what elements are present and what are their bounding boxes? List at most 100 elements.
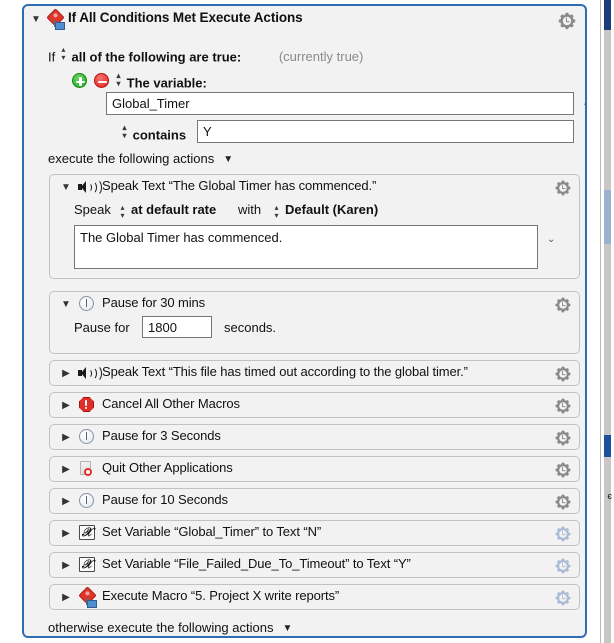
- condition-operator-label[interactable]: contains: [133, 127, 186, 142]
- action-disclosure-triangle[interactable]: ▶: [59, 527, 73, 541]
- action-title: Execute Macro “5. Project X write report…: [102, 588, 340, 603]
- background-accent-top: [604, 0, 611, 30]
- action-title: Pause for 3 Seconds: [102, 428, 221, 443]
- add-condition-button[interactable]: [72, 73, 87, 89]
- pause-prefix-label: Pause for: [74, 320, 130, 335]
- gear-icon[interactable]: [554, 589, 572, 607]
- background-accent-lower: [604, 435, 611, 457]
- background-window-edge: [600, 0, 601, 643]
- if-keyword: If: [48, 49, 56, 65]
- action-disclosure-triangle[interactable]: ▶: [59, 431, 73, 445]
- gear-icon[interactable]: [554, 179, 572, 197]
- action-disclosure-triangle[interactable]: ▼: [59, 298, 73, 312]
- otherwise-execute-actions-label[interactable]: otherwise execute the following actions ▼: [48, 620, 292, 635]
- action-disclosure-triangle[interactable]: ▶: [59, 591, 73, 605]
- condition-mode-stepper[interactable]: ▴ ▾: [59, 45, 68, 63]
- condition-operand-input[interactable]: Y: [197, 120, 574, 143]
- condition-state-label: (currently true): [278, 49, 364, 65]
- if-action-header: ▼ If All Conditions Met Execute Actions: [24, 6, 585, 34]
- speak-rate-value[interactable]: at default rate: [131, 202, 216, 217]
- action-set-variable-1[interactable]: ▶ 𝒳 Set Variable “Global_Timer” to Text …: [49, 520, 580, 546]
- quit-application-icon: [78, 461, 98, 477]
- background-scrollbar-track[interactable]: [604, 0, 611, 643]
- gear-icon[interactable]: [554, 397, 572, 415]
- action-title: Pause for 10 Seconds: [102, 492, 228, 507]
- action-execute-macro-1[interactable]: ▶ Execute Macro “5. Project X write repo…: [49, 584, 580, 610]
- condition-mode-row: If ▴ ▾ all of the following are true: (cu…: [48, 45, 364, 65]
- condition-add-remove-group: [72, 72, 112, 90]
- action-title: Speak Text “The Global Timer has commenc…: [102, 178, 377, 193]
- macro-kite-icon: [46, 8, 66, 30]
- otherwise-execute-actions-text: otherwise execute the following actions: [48, 620, 274, 635]
- action-speak-text-2[interactable]: ▶ Speak Text “This file has timed out ac…: [49, 360, 580, 386]
- pause-seconds-input[interactable]: 1800: [142, 316, 212, 338]
- background-window-sliver: є: [600, 0, 614, 643]
- remove-condition-button[interactable]: [94, 73, 110, 89]
- action-title: Set Variable “Global_Timer” to Text “N”: [102, 524, 322, 539]
- if-action-title: If All Conditions Met Execute Actions: [68, 10, 303, 25]
- condition-mode-label[interactable]: all of the following are true:: [71, 49, 241, 64]
- clock-icon: [78, 429, 98, 445]
- background-accent-middle: [604, 190, 611, 244]
- set-variable-glyph: 𝒳: [81, 525, 93, 539]
- action-disclosure-triangle[interactable]: ▶: [59, 559, 73, 573]
- action-disclosure-triangle[interactable]: ▶: [59, 463, 73, 477]
- set-variable-icon: 𝒳: [78, 525, 98, 541]
- action-quit-other-applications[interactable]: ▶ Quit Other Applications: [49, 456, 580, 482]
- action-title: Set Variable “File_Failed_Due_To_Timeout…: [102, 556, 411, 571]
- speaker-icon: [78, 179, 102, 196]
- gear-icon[interactable]: [554, 461, 572, 479]
- action-speak-text-1[interactable]: ▼ Speak Text “The Global Timer has comme…: [49, 174, 580, 279]
- gear-icon[interactable]: [554, 429, 572, 447]
- if-action-disclosure-triangle[interactable]: ▼: [29, 13, 43, 27]
- action-disclosure-triangle[interactable]: ▶: [59, 399, 73, 413]
- execute-actions-label[interactable]: execute the following actions ▼: [48, 151, 233, 166]
- action-cancel-all-other-macros[interactable]: ▶ Cancel All Other Macros: [49, 392, 580, 418]
- background-partial-glyph: є: [607, 491, 612, 501]
- clock-icon: [78, 493, 98, 509]
- condition-type-row: ▴ ▾ The variable:: [114, 71, 207, 90]
- if-all-conditions-met-action[interactable]: ▼ If All Conditions Met Execute Actions …: [22, 4, 587, 638]
- condition-type-label[interactable]: The variable:: [127, 75, 207, 90]
- macro-kite-icon: [78, 586, 98, 608]
- gear-icon[interactable]: [554, 296, 572, 314]
- action-title: Pause for 30 mins: [102, 295, 206, 310]
- variable-name-input[interactable]: Global_Timer: [106, 92, 574, 115]
- speak-voice-prefix: with: [238, 202, 262, 217]
- action-title: Quit Other Applications: [102, 460, 233, 475]
- action-title: Cancel All Other Macros: [102, 396, 240, 411]
- speak-voice-value[interactable]: Default (Karen): [285, 202, 378, 217]
- speak-text-input[interactable]: The Global Timer has commenced.: [74, 225, 538, 269]
- execute-actions-chevron-down-icon[interactable]: ▼: [223, 154, 233, 165]
- speak-rate-stepper[interactable]: ▴ ▾: [118, 203, 127, 221]
- speaker-icon: [78, 365, 102, 382]
- gear-icon[interactable]: [554, 525, 572, 543]
- gear-icon[interactable]: [554, 365, 572, 383]
- speak-text-combo-chevron-down-icon[interactable]: ⌄: [547, 235, 555, 245]
- set-variable-icon: 𝒳: [78, 557, 98, 573]
- action-disclosure-triangle[interactable]: ▼: [59, 181, 73, 195]
- action-disclosure-triangle[interactable]: ▶: [59, 367, 73, 381]
- condition-type-stepper[interactable]: ▴ ▾: [114, 71, 123, 89]
- speak-voice-stepper[interactable]: ▴ ▾: [272, 203, 281, 221]
- action-set-variable-2[interactable]: ▶ 𝒳 Set Variable “File_Failed_Due_To_Tim…: [49, 552, 580, 578]
- action-pause-1[interactable]: ▼ Pause for 30 mins Pause for 1800 secon…: [49, 291, 580, 354]
- otherwise-chevron-down-icon[interactable]: ▼: [282, 623, 292, 634]
- screenshot-root: є ▼ If All Conditions Met Execute Action…: [0, 0, 614, 643]
- cancel-icon: [78, 397, 98, 413]
- condition-operator-row: ▴ ▾ contains: [120, 123, 186, 142]
- action-title: Speak Text “This file has timed out acco…: [102, 364, 468, 379]
- action-pause-2[interactable]: ▶ Pause for 3 Seconds: [49, 424, 580, 450]
- set-variable-glyph: 𝒳: [81, 557, 93, 571]
- action-disclosure-triangle[interactable]: ▶: [59, 495, 73, 509]
- speak-rate-prefix: Speak: [74, 202, 111, 217]
- condition-operator-stepper[interactable]: ▴ ▾: [120, 123, 129, 141]
- gear-icon[interactable]: [557, 11, 577, 31]
- variable-combo-chevron-down-icon[interactable]: ⌄: [582, 99, 585, 109]
- execute-actions-text: execute the following actions: [48, 151, 215, 166]
- pause-suffix-label: seconds.: [224, 320, 277, 335]
- gear-icon[interactable]: [554, 493, 572, 511]
- action-pause-3[interactable]: ▶ Pause for 10 Seconds: [49, 488, 580, 514]
- gear-icon[interactable]: [554, 557, 572, 575]
- clock-icon: [78, 296, 98, 312]
